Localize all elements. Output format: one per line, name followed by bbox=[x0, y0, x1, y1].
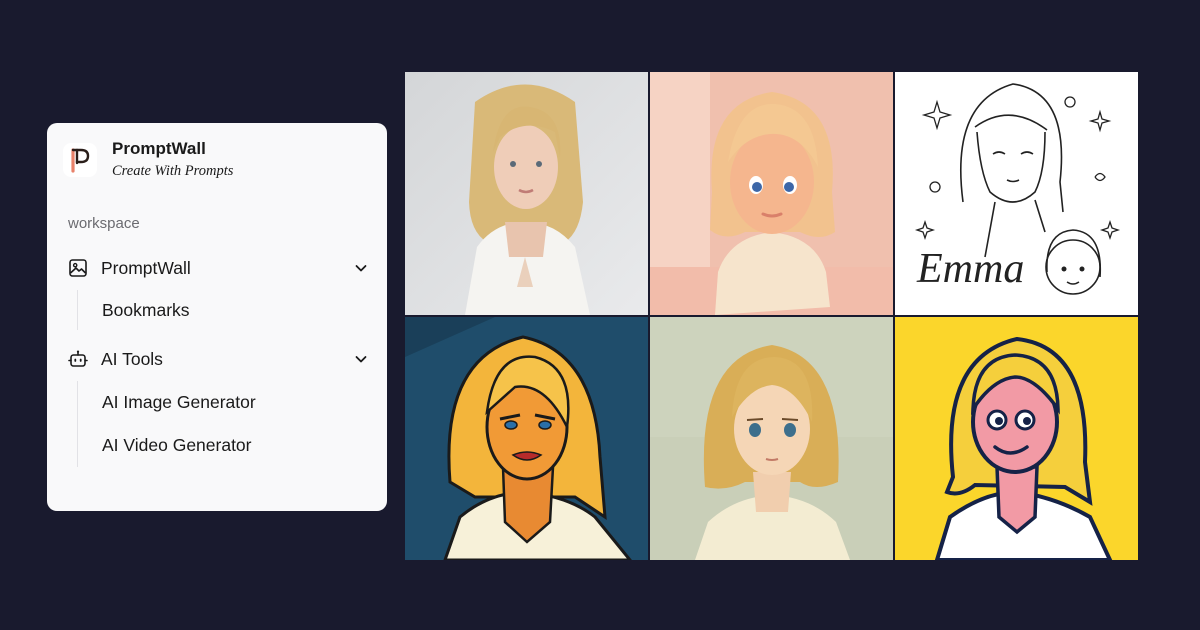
brand-header[interactable]: PromptWall Create With Prompts bbox=[63, 137, 233, 183]
robot-icon bbox=[67, 348, 89, 370]
sidebar-group-label: PromptWall bbox=[101, 257, 191, 278]
sidebar-group-ai-tools[interactable]: AI Tools bbox=[67, 343, 371, 375]
chevron-down-icon[interactable] bbox=[351, 349, 371, 369]
chevron-down-icon[interactable] bbox=[351, 258, 371, 278]
sidebar-subgroup-promptwall: Bookmarks bbox=[77, 290, 190, 330]
sidebar-group-promptwall[interactable]: PromptWall bbox=[67, 252, 371, 284]
gallery-tile-flat-cartoon[interactable] bbox=[895, 317, 1138, 560]
brand-tagline: Create With Prompts bbox=[112, 163, 234, 179]
brand-name: PromptWall bbox=[112, 139, 206, 158]
gallery-tile-clay-3d[interactable] bbox=[650, 72, 893, 315]
promptwall-logo-icon bbox=[63, 143, 97, 177]
image-icon bbox=[67, 257, 89, 279]
gallery-tile-pop-art[interactable] bbox=[405, 317, 648, 560]
sidebar-item-ai-video-generator[interactable]: AI Video Generator bbox=[102, 435, 252, 456]
sidebar-item-bookmarks[interactable]: Bookmarks bbox=[102, 300, 190, 321]
gallery-tile-line-art[interactable]: Emma bbox=[895, 72, 1138, 315]
gallery-tile-anime[interactable] bbox=[650, 317, 893, 560]
line-art-caption: Emma bbox=[916, 246, 1024, 292]
sidebar-subgroup-ai-tools: AI Image Generator AI Video Generator bbox=[77, 381, 256, 467]
sidebar-group-label: AI Tools bbox=[101, 348, 163, 369]
section-label-workspace: workspace bbox=[68, 215, 140, 232]
image-gallery: Emma bbox=[405, 72, 1138, 561]
gallery-tile-photo-portrait[interactable] bbox=[405, 72, 648, 315]
sidebar-card: PromptWall Create With Prompts workspace… bbox=[47, 123, 387, 511]
sidebar-item-ai-image-generator[interactable]: AI Image Generator bbox=[102, 392, 256, 413]
